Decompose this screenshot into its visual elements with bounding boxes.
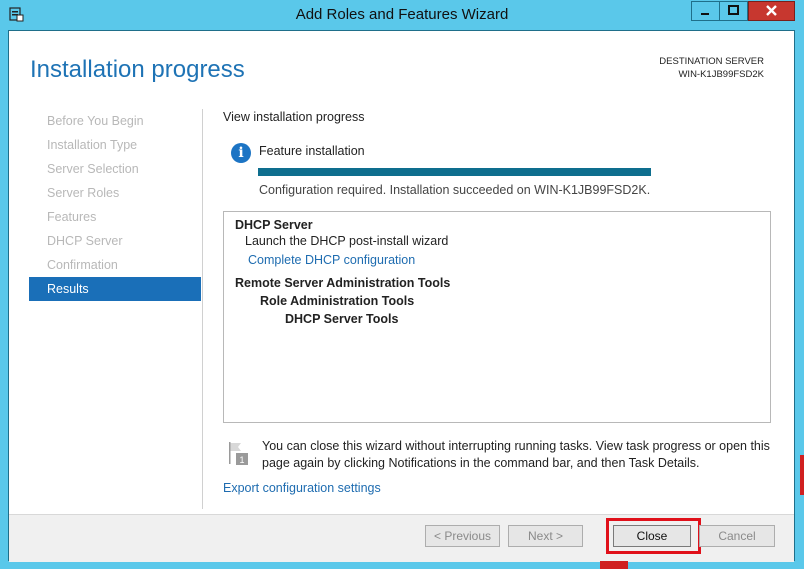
results-list: DHCP Server Launch the DHCP post-install…	[223, 211, 771, 423]
installation-status: Configuration required. Installation suc…	[259, 183, 651, 197]
feature-installation-label: Feature installation	[259, 144, 365, 158]
nav-divider	[202, 109, 203, 509]
previous-button[interactable]: < Previous	[425, 525, 500, 547]
export-configuration-link[interactable]: Export configuration settings	[223, 481, 381, 495]
destination-label: DESTINATION SERVER	[659, 56, 764, 67]
nav-item-server-roles: Server Roles	[47, 186, 120, 200]
close-notice-text: You can close this wizard without interr…	[262, 439, 770, 470]
wizard-nav: Before You Begin Installation Type Serve…	[29, 109, 201, 301]
result-rsat-title: Remote Server Administration Tools	[235, 276, 451, 290]
info-icon: i	[231, 143, 251, 163]
minimize-icon	[701, 13, 709, 15]
nav-item-installation-type: Installation Type	[47, 138, 138, 152]
result-role-admin-tools: Role Administration Tools	[260, 294, 415, 308]
result-dhcp-server-tools: DHCP Server Tools	[285, 312, 399, 326]
notification-flag-icon: 1	[229, 442, 248, 465]
installation-progress-bar	[258, 168, 651, 176]
background-window-edge	[800, 455, 804, 495]
destination-server-name: WIN-K1JB99FSD2K	[678, 69, 764, 80]
page-title: Installation progress	[30, 56, 245, 83]
notification-badge-number: 1	[239, 455, 244, 465]
window-title: Add Roles and Features Wizard	[295, 6, 509, 23]
maximize-icon	[728, 5, 739, 15]
close-button[interactable]: Close	[613, 525, 691, 547]
nav-item-dhcp-server: DHCP Server	[47, 234, 123, 248]
background-window-edge-bottom	[600, 561, 628, 569]
result-dhcp-title: DHCP Server	[235, 218, 313, 232]
nav-item-features: Features	[47, 210, 97, 224]
section-heading: View installation progress	[223, 110, 365, 124]
next-button[interactable]: Next >	[508, 525, 583, 547]
title-bar[interactable]: Add Roles and Features Wizard	[0, 0, 804, 30]
wizard-footer: < Previous Next > Close Cancel	[9, 514, 794, 562]
close-icon	[766, 5, 777, 16]
destination-server-info: DESTINATION SERVER WIN-K1JB99FSD2K	[659, 55, 764, 81]
complete-dhcp-configuration-link[interactable]: Complete DHCP configuration	[248, 253, 415, 267]
nav-item-confirmation: Confirmation	[47, 258, 118, 272]
wizard-client-area: Installation progress DESTINATION SERVER…	[8, 30, 795, 562]
result-dhcp-launch: Launch the DHCP post-install wizard	[245, 234, 449, 248]
nav-item-results[interactable]: Results	[29, 277, 201, 301]
nav-item-before-you-begin: Before You Begin	[47, 114, 144, 128]
nav-item-server-selection: Server Selection	[47, 162, 139, 176]
wizard-window: Add Roles and Features Wizard Installati…	[0, 0, 804, 569]
minimize-button[interactable]	[691, 1, 719, 21]
maximize-button[interactable]	[719, 1, 748, 21]
window-close-button[interactable]	[748, 1, 795, 21]
cancel-button[interactable]: Cancel	[699, 525, 775, 547]
